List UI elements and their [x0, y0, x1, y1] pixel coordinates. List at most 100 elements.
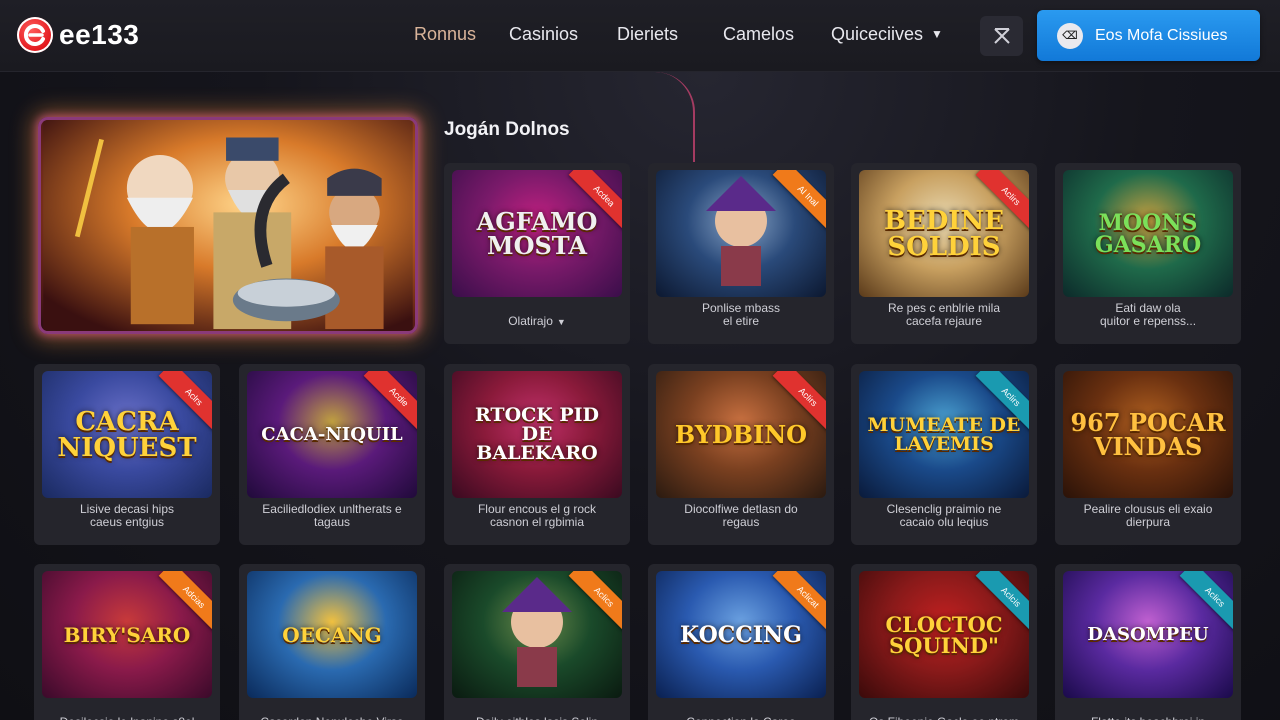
close-x-icon: [993, 28, 1010, 44]
game-caption-line: Os Fibeenie Gaclo oe ptrom: [857, 716, 1031, 720]
game-caption: Desilocsio le lpanino s8ol: [40, 716, 214, 720]
nav-item-camelos[interactable]: Camelos: [723, 24, 794, 45]
game-caption: Olatirajo ▼: [450, 315, 624, 329]
game-caption: Os Fibeenie Gaclo oe ptrom: [857, 716, 1031, 720]
game-card[interactable]: Aclics Daily eithlos lasis Solin: [444, 564, 630, 720]
game-card[interactable]: DASOMPEUAclics Flatte its beachbroi in: [1055, 564, 1241, 720]
game-caption: Flour encous el g rock casnon el rgbimia: [450, 503, 624, 529]
game-caption-line: cacefa rejaure: [905, 314, 983, 328]
game-logo-title: CACA-NIQUIL: [261, 423, 403, 445]
game-card[interactable]: AGFAMO MOSTA Acdea Olatirajo ▼: [444, 163, 630, 344]
game-caption-line: regaus: [722, 515, 760, 529]
game-caption-line: Olatirajo ▼: [508, 314, 566, 328]
nav-item-quiceciives[interactable]: Quiceciives ▼: [831, 24, 943, 45]
game-caption: Ponlise mbass el etire: [654, 302, 828, 328]
game-caption-line: Connection la Caroo: [654, 716, 828, 720]
game-card[interactable]: 967 POCAR VINDAS Pealire clousus eli exai…: [1055, 364, 1241, 545]
game-card[interactable]: CACRA NIQUEST Aclrs Lisive decasi hips caeu…: [34, 364, 220, 545]
game-thumbnail[interactable]: 967 POCAR VINDAS: [1063, 371, 1233, 498]
nav-item-ronnus[interactable]: Ronnus: [414, 24, 476, 45]
game-logo-title: 967 POCAR VINDAS: [1070, 407, 1226, 461]
game-caption-line: Daily eithlos lasis Solin: [450, 716, 624, 720]
game-thumbnail[interactable]: Aclics: [452, 571, 622, 698]
close-button[interactable]: [980, 16, 1023, 56]
game-card[interactable]: RTOCK PID DE BALEKARO Flour encous el g r…: [444, 364, 630, 545]
game-thumbnail[interactable]: CACA-NIQUIL Acdie: [247, 371, 417, 498]
game-thumbnail[interactable]: KOCCING Aclicat: [656, 571, 826, 698]
game-logo-title: KOCCING: [680, 621, 802, 648]
cta-icon: ⌫: [1057, 22, 1083, 49]
game-artwork: [477, 577, 597, 692]
game-logo-title: MUMEATE DE LAVEMIS: [867, 413, 1021, 455]
game-caption: Lisive decasi hips caeus entgius: [40, 503, 214, 529]
game-card[interactable]: BIRY'SAROAdcias Desilocsio le lpanino s8o…: [34, 564, 220, 720]
brand-name: ee133: [59, 19, 140, 50]
game-caption-line: cacaio olu leqius: [899, 515, 989, 529]
game-caption: Diocolfiwe detlasn do regaus: [654, 503, 828, 529]
game-caption-line: dierpura: [1125, 515, 1171, 529]
game-caption: Eaciliedlodiex unltherats e tagaus: [245, 503, 419, 529]
cta-label: Eos Mofa Cissiues: [1095, 26, 1228, 44]
section-title: Jogán Dolnos: [444, 119, 570, 140]
nav-item-label: Quiceciives: [831, 24, 924, 44]
game-caption: Connection la Caroo: [654, 716, 828, 720]
game-logo-title: BYDBINO: [674, 419, 808, 449]
game-logo-title: CLOCTOC SQUIND": [885, 611, 1003, 658]
brand-logo[interactable]: ee133: [17, 16, 139, 54]
logo-mark-icon: [17, 17, 53, 53]
game-caption: Casordon Nepuleche Virso: [245, 716, 419, 720]
game-logo-title: OECANG: [282, 622, 382, 647]
game-logo-title: RTOCK PID DE BALEKARO: [474, 404, 600, 464]
game-caption: Flatte its beachbroi in: [1061, 716, 1235, 720]
game-caption-line: tagaus: [313, 515, 351, 529]
game-caption-line: el etire: [722, 314, 760, 328]
featured-banner[interactable]: [38, 117, 418, 334]
game-thumbnail[interactable]: DASOMPEU Aclics: [1063, 571, 1233, 698]
game-thumbnail[interactable]: MUMEATE DE LAVEMIS Aclirs: [859, 371, 1029, 498]
chevron-down-icon[interactable]: ▼: [557, 317, 566, 327]
game-caption: Pealire clousus eli exaio dierpura: [1061, 503, 1235, 529]
game-thumbnail[interactable]: AGFAMO MOSTA Acdea: [452, 170, 622, 297]
game-caption-line: Flatte its beachbroi in: [1061, 716, 1235, 720]
nav-item-dieriets[interactable]: Dieriets: [617, 24, 678, 45]
game-logo-title: BIRY'SARO: [63, 622, 191, 647]
game-thumbnail[interactable]: BYDBINO Aclirs: [656, 371, 826, 498]
game-thumbnail[interactable]: Al Inal: [656, 170, 826, 297]
game-caption-line: Casordon Nepuleche Virso: [245, 716, 419, 720]
game-caption-line: Desilocsio le lpanino s8ol: [40, 716, 214, 720]
game-card[interactable]: KOCCINGAclicat Connection la Caroo: [648, 564, 834, 720]
featured-artwork: [43, 120, 413, 331]
game-card[interactable]: MUMEATE DE LAVEMIS Aclirs Clesenclig praim…: [851, 364, 1037, 545]
decorative-arc: [655, 72, 695, 162]
game-thumbnail[interactable]: BIRY'SARO Adcias: [42, 571, 212, 698]
game-caption: Re pes c enblrie mila cacefa rejaure: [857, 302, 1031, 328]
game-caption: Clesenclig praimio ne cacaio olu leqius: [857, 503, 1031, 529]
game-thumbnail[interactable]: MOONS GASARO: [1063, 170, 1233, 297]
nav-item-casinios[interactable]: Casinios: [509, 24, 578, 45]
game-card[interactable]: MOONS GASARO Eati daw ola quitor e repenss…: [1055, 163, 1241, 344]
game-logo-title: BEDINE SOLDIS: [883, 205, 1005, 262]
cta-button[interactable]: ⌫ Eos Mofa Cissiues: [1037, 10, 1260, 61]
game-card[interactable]: CLOCTOC SQUIND"Aclcis Os Fibeenie Gaclo o…: [851, 564, 1037, 720]
game-caption: Eati daw ola quitor e repenss...: [1061, 302, 1235, 328]
game-thumbnail[interactable]: OECANG: [247, 571, 417, 698]
game-thumbnail[interactable]: CLOCTOC SQUIND" Aclcis: [859, 571, 1029, 698]
game-card[interactable]: CACA-NIQUIL Acdie Eaciliedlodiex unltherat…: [239, 364, 425, 545]
game-logo-title: DASOMPEU: [1087, 623, 1209, 645]
chevron-down-icon: ▼: [931, 27, 943, 41]
game-caption-line: quitor e repenss...: [1099, 314, 1197, 328]
game-artwork: [681, 176, 801, 291]
game-logo-title: MOONS GASARO: [1094, 209, 1202, 258]
game-card[interactable]: OECANG Casordon Nepuleche Virso: [239, 564, 425, 720]
game-thumbnail[interactable]: RTOCK PID DE BALEKARO: [452, 371, 622, 498]
game-logo-title: AGFAMO MOSTA: [476, 206, 598, 260]
game-logo-title: CACRA NIQUEST: [57, 406, 197, 463]
game-caption-line: caeus entgius: [89, 515, 165, 529]
top-header: ee133 Ronnus Casinios Dieriets Camelos Q…: [0, 0, 1280, 72]
game-thumbnail[interactable]: CACRA NIQUEST Aclrs: [42, 371, 212, 498]
game-caption: Daily eithlos lasis Solin: [450, 716, 624, 720]
game-thumbnail[interactable]: BEDINE SOLDIS Aclirs: [859, 170, 1029, 297]
game-card[interactable]: Al Inal Ponlise mbass el etire: [648, 163, 834, 344]
game-card[interactable]: BEDINE SOLDIS Aclirs Re pes c enblrie mila…: [851, 163, 1037, 344]
game-card[interactable]: BYDBINO Aclirs Diocolfiwe detlasn do regaus: [648, 364, 834, 545]
